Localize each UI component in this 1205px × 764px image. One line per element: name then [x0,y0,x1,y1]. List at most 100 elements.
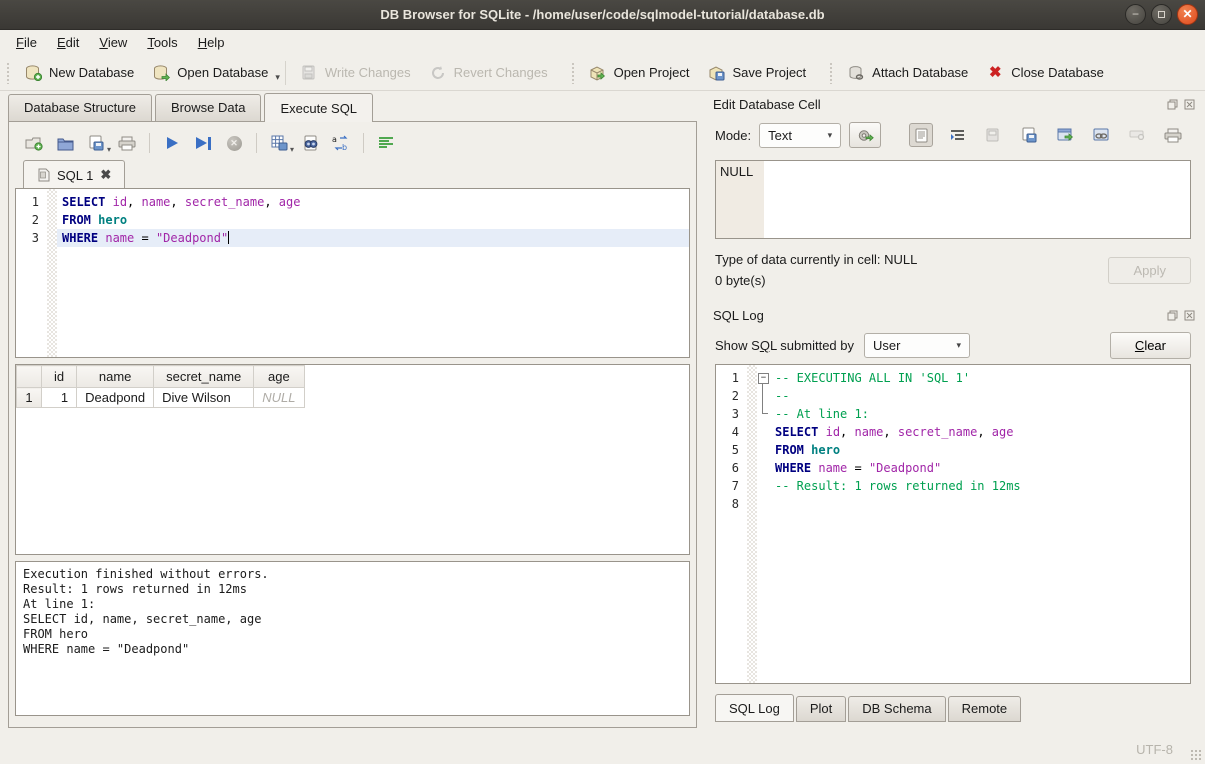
left-pane: Database Structure Browse Data Execute S… [0,92,697,734]
menu-view[interactable]: View [89,32,137,53]
sql-editor[interactable]: 1SELECT id, name, secret_name, age2FROM … [15,188,690,358]
save-sql-file-icon[interactable]: ▾ [87,134,105,152]
close-database-button[interactable]: ✖ Close Database [977,59,1113,87]
find-icon[interactable] [301,134,319,152]
open-database-button[interactable]: Open Database [143,59,277,87]
results-grid[interactable]: idnamesecret_nameage11DeadpondDive Wilso… [15,364,690,555]
auto-format-icon[interactable] [377,134,395,152]
minimize-button[interactable]: − [1125,4,1146,25]
code-line: 8 [716,495,1190,513]
save-cell-icon[interactable] [1017,123,1041,147]
find-replace-icon[interactable]: ab [332,134,350,152]
open-project-icon [589,64,607,82]
cell-value-editor[interactable]: NULL [715,160,1191,239]
apply-button[interactable]: Apply [1108,257,1191,284]
code-line: 3-- At line 1: [716,405,1190,423]
toolbar-handle[interactable] [829,62,834,84]
text-mode-icon[interactable] [909,123,933,147]
save-project-button[interactable]: Save Project [698,59,815,87]
result-cell[interactable]: Deadpond [77,388,154,408]
tab-browse-data[interactable]: Browse Data [155,94,261,121]
column-header[interactable]: id [42,366,77,388]
encoding-indicator: UTF-8 [1136,742,1173,757]
menu-file[interactable]: File [6,32,47,53]
result-cell[interactable]: NULL [254,388,304,408]
write-changes-button[interactable]: Write Changes [291,59,420,87]
auto-apply-icon [856,126,874,144]
menu-tools[interactable]: Tools [137,32,187,53]
execute-current-line-icon[interactable] [194,134,212,152]
tab-database-structure[interactable]: Database Structure [8,94,152,121]
open-sql-tab-icon[interactable] [25,134,43,152]
close-panel-icon[interactable] [1183,99,1195,111]
tab-execute-sql[interactable]: Execute SQL [264,93,373,122]
open-sql-file-icon[interactable] [56,134,74,152]
resize-grip[interactable] [1190,749,1202,761]
export-cell-icon[interactable] [1053,123,1077,147]
bottom-tab-db-schema[interactable]: DB Schema [848,696,945,722]
link-cell-icon[interactable] [1089,123,1113,147]
auto-apply-button[interactable] [849,122,881,148]
corner-header[interactable] [17,366,42,388]
code-line: 2-- [716,387,1190,405]
column-header[interactable]: secret_name [154,366,254,388]
code-line: 6WHERE name = "Deadpond" [716,459,1190,477]
bottom-tab-sql-log[interactable]: SQL Log [715,694,794,722]
close-panel-icon[interactable] [1183,310,1195,322]
edit-cell-header: Edit Database Cell [707,94,1199,115]
code-line: 4SELECT id, name, secret_name, age [716,423,1190,441]
sql-toolbar: ▾ ✕ ▾ [15,126,690,158]
menu-help[interactable]: Help [188,32,235,53]
set-null-icon[interactable] [1125,123,1149,147]
save-sql-dropdown[interactable]: ▾ [107,145,111,154]
sql-tab[interactable]: SQL 1 ✖ [23,160,125,190]
open-in-external-icon[interactable] [981,123,1005,147]
save-project-label: Save Project [732,65,806,80]
print-icon[interactable] [118,134,136,152]
result-cell[interactable]: Dive Wilson [154,388,254,408]
bottom-tab-plot[interactable]: Plot [796,696,846,722]
open-project-button[interactable]: Open Project [580,59,699,87]
new-database-icon [24,64,42,82]
column-header[interactable]: name [77,366,154,388]
toolbar-separator [285,61,286,85]
close-database-label: Close Database [1011,65,1104,80]
menu-edit[interactable]: Edit [47,32,89,53]
revert-changes-icon [429,64,447,82]
new-database-button[interactable]: New Database [15,59,143,87]
maximize-button[interactable] [1151,4,1172,25]
window-title: DB Browser for SQLite - /home/user/code/… [380,7,824,22]
sql-tab-label: SQL 1 [57,168,93,183]
open-database-dropdown[interactable]: ▾ [275,72,280,90]
word-wrap-icon[interactable] [945,123,969,147]
titlebar[interactable]: DB Browser for SQLite - /home/user/code/… [0,0,1205,30]
toolbar-handle[interactable] [6,62,11,84]
print-cell-icon[interactable] [1161,123,1185,147]
save-results-dropdown[interactable]: ▾ [290,145,294,154]
svg-text:a: a [332,135,337,144]
filter-combobox[interactable]: User▾ [864,333,970,358]
revert-changes-button[interactable]: Revert Changes [420,59,557,87]
execution-message[interactable]: Execution finished without errors. Resul… [15,561,690,716]
stop-execution-icon[interactable]: ✕ [225,134,243,152]
toolbar-handle[interactable] [571,62,576,84]
app-window: DB Browser for SQLite - /home/user/code/… [0,0,1205,764]
execute-all-icon[interactable] [163,134,181,152]
column-header[interactable]: age [254,366,304,388]
float-panel-icon[interactable] [1166,310,1178,322]
sql-tab-close-icon[interactable]: ✖ [100,167,111,183]
code-line: 3WHERE name = "Deadpond" [16,229,689,247]
row-header[interactable]: 1 [17,388,42,408]
save-results-icon[interactable]: ▾ [270,134,288,152]
float-panel-icon[interactable] [1166,99,1178,111]
edit-cell-title: Edit Database Cell [713,97,1161,112]
close-button[interactable]: ✕ [1177,4,1198,25]
result-cell[interactable]: 1 [42,388,77,408]
bottom-tab-remote[interactable]: Remote [948,696,1022,722]
clear-button[interactable]: Clear [1110,332,1191,359]
mode-combobox[interactable]: Text▾ [759,123,841,148]
main-tab-bar: Database Structure Browse Data Execute S… [8,92,697,121]
code-line: 1SELECT id, name, secret_name, age [16,193,689,211]
attach-database-button[interactable]: Attach Database [838,59,977,87]
sql-log-editor[interactable]: 1-- EXECUTING ALL IN 'SQL 1'2--3-- At li… [715,364,1191,684]
